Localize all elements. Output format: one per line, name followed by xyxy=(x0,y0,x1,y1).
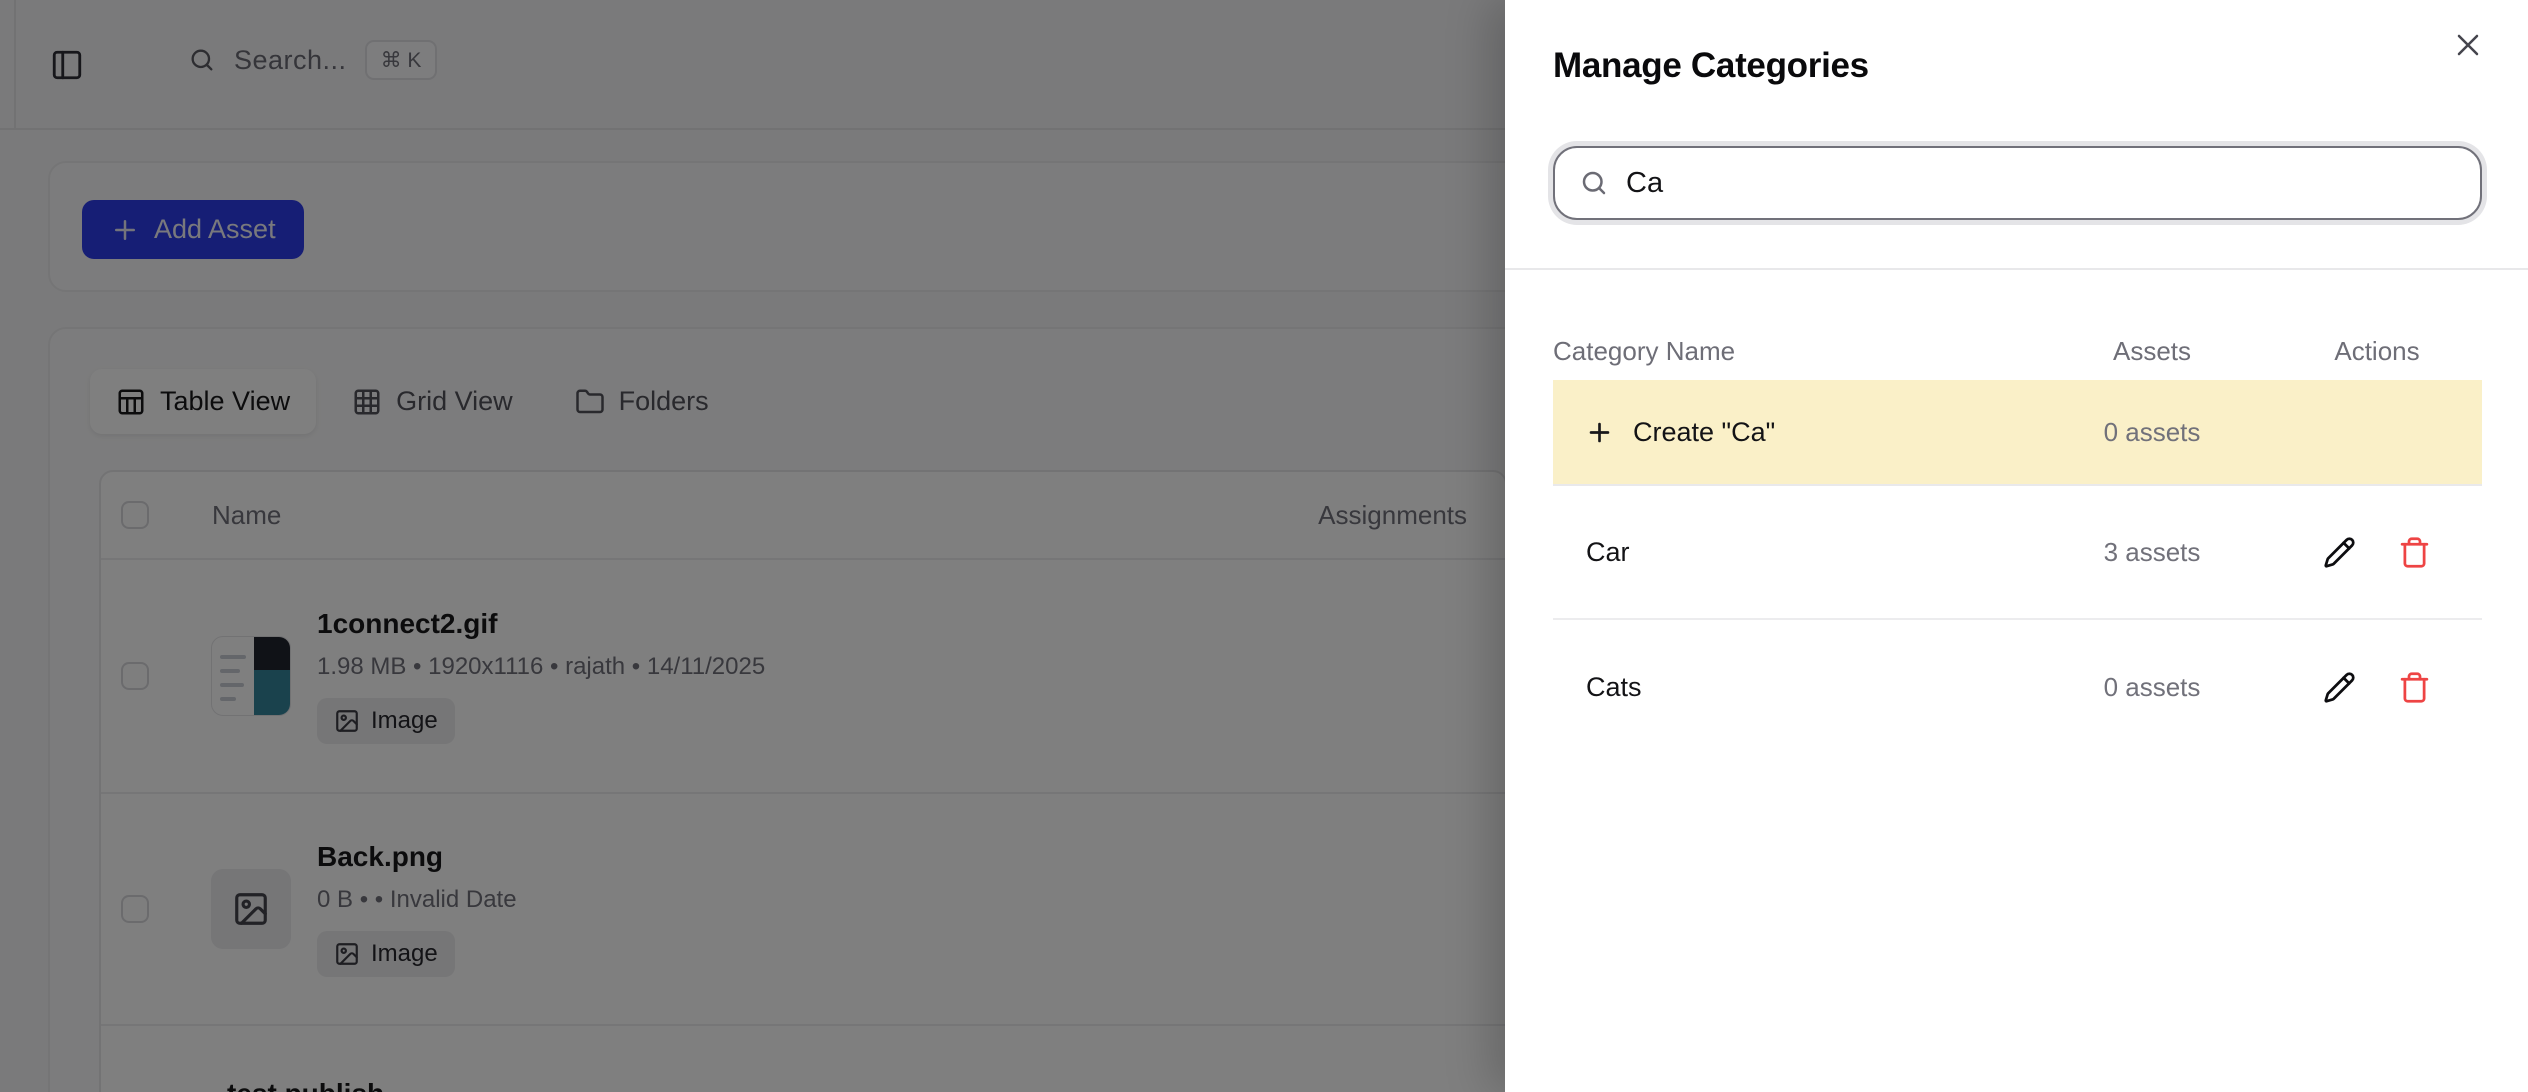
screen: Search... ⌘ K Add Asset xyxy=(0,0,2528,1092)
dialog-title: Manage Categories xyxy=(1553,46,1869,86)
trash-icon xyxy=(2398,671,2431,704)
delete-category-button[interactable] xyxy=(2398,671,2431,704)
edit-category-button[interactable] xyxy=(2323,671,2356,704)
plus-icon xyxy=(1585,418,1614,447)
column-assets: Assets xyxy=(2032,336,2272,367)
close-button[interactable] xyxy=(2450,26,2488,64)
category-row: Cats 0 assets xyxy=(1553,620,2482,754)
asset-count: 3 assets xyxy=(2032,537,2272,568)
category-search-input[interactable] xyxy=(1626,167,2456,200)
trash-icon xyxy=(2398,536,2431,569)
pencil-icon xyxy=(2323,671,2356,704)
category-table-header: Category Name Assets Actions xyxy=(1553,322,2482,380)
search-icon xyxy=(1579,168,1609,198)
category-name: Car xyxy=(1553,537,2032,568)
delete-category-button[interactable] xyxy=(2398,536,2431,569)
category-row: Car 3 assets xyxy=(1553,486,2482,620)
pencil-icon xyxy=(2323,536,2356,569)
category-table: Category Name Assets Actions Create "Ca"… xyxy=(1553,322,2482,754)
close-icon xyxy=(2450,27,2488,63)
edit-category-button[interactable] xyxy=(2323,536,2356,569)
manage-categories-dialog: Manage Categories Category Name Assets A… xyxy=(1505,0,2528,1092)
category-search xyxy=(1553,146,2482,220)
create-category-row[interactable]: Create "Ca" 0 assets xyxy=(1553,380,2482,486)
column-category-name: Category Name xyxy=(1553,336,2032,367)
asset-count: 0 assets xyxy=(2032,672,2272,703)
create-category-label: Create "Ca" xyxy=(1633,417,1775,448)
dialog-divider xyxy=(1505,268,2528,270)
asset-count: 0 assets xyxy=(2032,417,2272,448)
category-name: Cats xyxy=(1553,672,2032,703)
column-actions: Actions xyxy=(2272,336,2482,367)
